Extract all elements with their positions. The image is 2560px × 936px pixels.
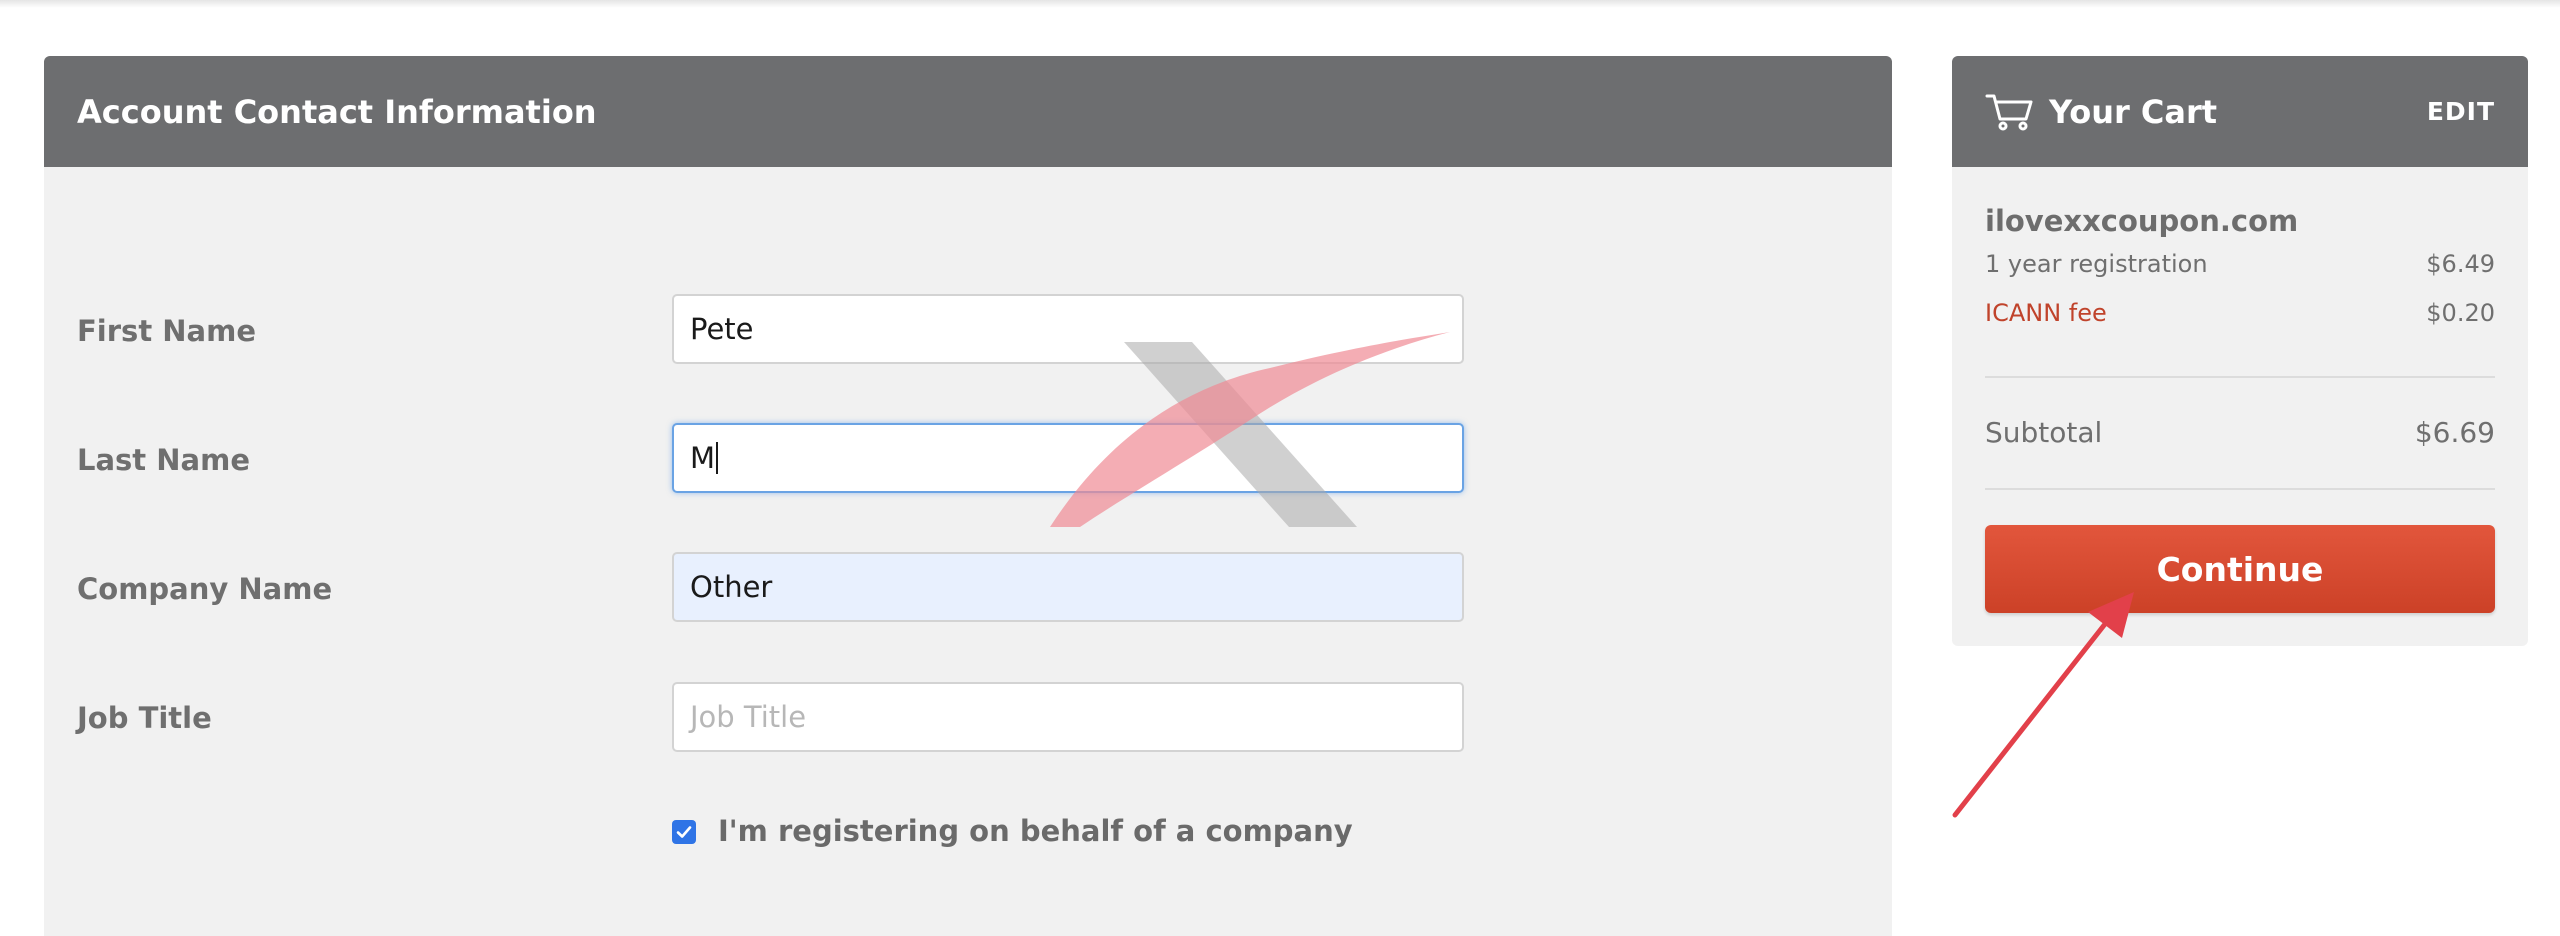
company-name-label: Company Name xyxy=(77,572,333,606)
cart-line-icann-fee: ICANN fee $0.20 xyxy=(1985,299,2495,327)
form-title: Account Contact Information xyxy=(77,92,597,131)
cart-title: Your Cart xyxy=(2049,92,2218,131)
continue-button[interactable]: Continue xyxy=(1985,525,2495,613)
cart-icon xyxy=(1985,94,2033,130)
cart-line-registration: 1 year registration $6.49 xyxy=(1985,250,2495,278)
company-name-value: Other xyxy=(690,570,773,604)
text-caret xyxy=(716,442,719,474)
first-name-label: First Name xyxy=(77,314,256,348)
cart-divider xyxy=(1985,488,2495,490)
cart-domain: ilovexxcoupon.com xyxy=(1985,204,2299,238)
first-name-value: Pete xyxy=(690,312,754,346)
subtotal-label: Subtotal xyxy=(1985,416,2103,449)
top-shadow xyxy=(0,0,2560,8)
last-name-value: M xyxy=(690,441,716,475)
job-title-placeholder: Job Title xyxy=(690,700,807,734)
cart-header: Your Cart EDIT xyxy=(1952,56,2528,167)
registration-amount: $6.49 xyxy=(2426,250,2495,278)
icann-fee-amount: $0.20 xyxy=(2426,299,2495,327)
first-name-input[interactable]: Pete xyxy=(672,294,1464,364)
last-name-input[interactable]: M xyxy=(672,423,1464,493)
cart-panel: Your Cart EDIT ilovexxcoupon.com 1 year … xyxy=(1952,56,2528,646)
cart-edit-link[interactable]: EDIT xyxy=(2427,97,2495,126)
company-checkbox-label[interactable]: I'm registering on behalf of a company xyxy=(718,814,1353,848)
contact-form-panel: Account Contact Information First Name P… xyxy=(44,56,1892,936)
cart-subtotal: Subtotal $6.69 xyxy=(1985,416,2495,449)
company-checkbox[interactable] xyxy=(672,820,696,844)
subtotal-amount: $6.69 xyxy=(2414,416,2495,449)
continue-button-label: Continue xyxy=(2156,549,2324,589)
job-title-label: Job Title xyxy=(77,701,212,735)
registration-label: 1 year registration xyxy=(1985,250,2208,278)
company-name-input[interactable]: Other xyxy=(672,552,1464,622)
check-icon xyxy=(676,826,692,838)
icann-fee-label: ICANN fee xyxy=(1985,299,2107,327)
last-name-label: Last Name xyxy=(77,443,250,477)
cart-divider xyxy=(1985,376,2495,378)
form-header: Account Contact Information xyxy=(44,56,1892,167)
job-title-input[interactable]: Job Title xyxy=(672,682,1464,752)
